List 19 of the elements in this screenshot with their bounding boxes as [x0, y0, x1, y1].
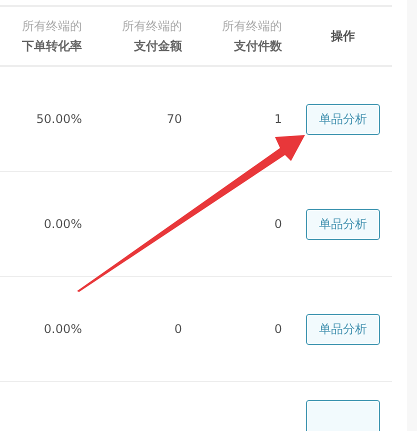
analysis-button[interactable]: 单品分析	[306, 208, 380, 240]
column-header: 操作	[331, 28, 355, 45]
table-cell-text: 70	[166, 111, 182, 128]
table-cell-text: 50.00%	[36, 111, 82, 128]
table-cell-text: 0	[274, 216, 282, 233]
column-header: 下单转化率	[22, 38, 82, 55]
column-header: 支付金额	[134, 38, 182, 55]
column-header: 支付件数	[234, 38, 282, 55]
column-header-line: 所有终端的	[122, 18, 182, 35]
table-cell-text: 0.00%	[44, 216, 82, 233]
column-header-line: 所有终端的	[22, 18, 82, 35]
analysis-button[interactable]: 单品分析	[306, 104, 380, 134]
table-cell-text: 0.00%	[44, 321, 82, 338]
cut-off-button[interactable]	[306, 400, 380, 431]
table-cell-text: 1	[274, 111, 282, 128]
table-cell-text: 0	[174, 321, 182, 338]
table-cell-text: 0	[274, 321, 282, 338]
column-header-line: 所有终端的	[222, 18, 282, 35]
analysis-button[interactable]: 单品分析	[306, 314, 380, 344]
